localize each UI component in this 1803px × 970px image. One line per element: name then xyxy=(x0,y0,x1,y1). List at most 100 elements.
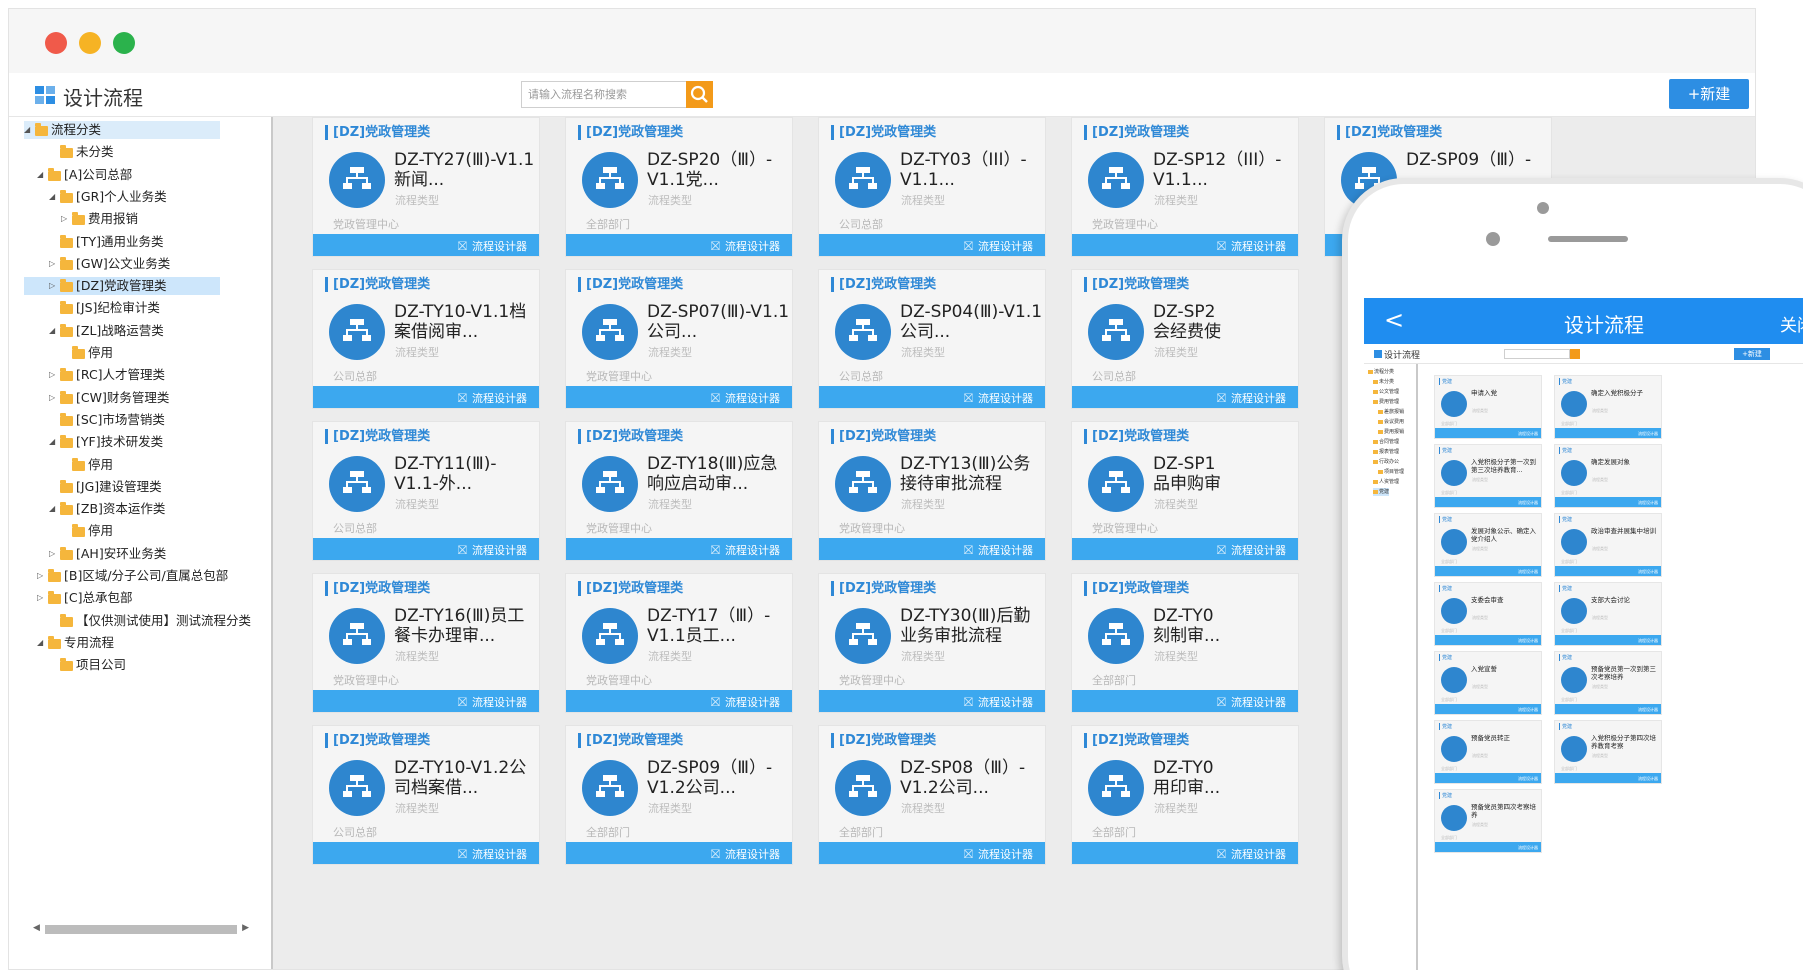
tree-item[interactable]: ▷ 费用报销 xyxy=(61,210,138,228)
phone-tree-item[interactable]: 差旅报销 xyxy=(1378,408,1404,416)
tree-item[interactable]: ▷ [GW]公文业务类 xyxy=(49,255,170,273)
process-card[interactable]: [DZ]党政管理类 DZ-SP12（III）-V1.1... 流程类型 党政管理中心 ⛝… xyxy=(1071,117,1299,257)
tree-item[interactable]: ▷ [AH]安环业务类 xyxy=(49,545,166,563)
phone-process-card[interactable]: 党建 支委会审查 流程类型 全部部门 流程设计器 xyxy=(1434,582,1542,646)
card-process-name[interactable]: DZ-TY10-V1.2公司档案借... xyxy=(394,758,538,798)
expand-icon[interactable]: ▷ xyxy=(61,210,72,228)
collapse-icon[interactable]: ◢ xyxy=(37,166,48,184)
card-process-name[interactable]: DZ-SP12（III）-V1.1... xyxy=(1153,150,1297,190)
phone-designer-button[interactable]: 流程设计器 xyxy=(1555,635,1661,645)
process-card[interactable]: [DZ]党政管理类 DZ-SP09（Ⅲ）-V1.2公司... 流程类型 全部部门 ⛝ 流程… xyxy=(565,725,793,865)
tree-item[interactable]: 【仅供测试使用】测试流程分类 xyxy=(49,612,251,630)
card-process-name[interactable]: DZ-SP1 品申购审 xyxy=(1153,454,1297,494)
expand-icon[interactable]: ▷ xyxy=(49,366,60,384)
phone-tree-item[interactable]: 费用报销 xyxy=(1378,428,1404,436)
tree-item[interactable]: ◢ [YF]技术研发类 xyxy=(49,433,163,451)
process-card[interactable]: [DZ]党政管理类 DZ-SP07(Ⅲ)-V1.1公司... 流程类型 党政管理中心 ⛝… xyxy=(565,269,793,409)
phone-process-card[interactable]: 党建 发展对象公示、确定入党介绍人 流程类型 全部部门 流程设计器 xyxy=(1434,513,1542,577)
phone-process-card[interactable]: 党建 入党积极分子第一次到第三次培养教育... 流程类型 全部部门 流程设计器 xyxy=(1434,444,1542,508)
phone-designer-button[interactable]: 流程设计器 xyxy=(1435,842,1541,852)
process-designer-button[interactable]: ⛝ 流程设计器 xyxy=(313,690,539,712)
card-process-name[interactable]: DZ-TY11(Ⅲ)-V1.1-外... xyxy=(394,454,538,494)
tree-item[interactable]: [JS]纪检审计类 xyxy=(49,299,160,317)
collapse-icon[interactable]: ◢ xyxy=(24,121,35,139)
process-designer-button[interactable]: ⛝ 流程设计器 xyxy=(313,842,539,864)
phone-designer-button[interactable]: 流程设计器 xyxy=(1435,704,1541,714)
card-process-name[interactable]: DZ-TY17（Ⅲ）-V1.1员工... xyxy=(647,606,791,646)
phone-process-card[interactable]: 党建 预备党员转正 流程类型 全部部门 流程设计器 xyxy=(1434,720,1542,784)
card-process-name[interactable]: DZ-SP07(Ⅲ)-V1.1公司... xyxy=(647,302,791,342)
minimize-window-button[interactable] xyxy=(79,32,101,54)
process-card[interactable]: [DZ]党政管理类 DZ-TY16(Ⅲ)员工餐卡办理审... 流程类型 党政管理中心 ⛝… xyxy=(312,573,540,713)
process-designer-button[interactable]: ⛝ 流程设计器 xyxy=(1072,690,1298,712)
phone-close-button[interactable]: 关闭 xyxy=(1780,311,1803,336)
collapse-icon[interactable]: ◢ xyxy=(49,500,60,518)
scroll-left-icon[interactable]: ◀ xyxy=(33,923,40,933)
process-designer-button[interactable]: ⛝ 流程设计器 xyxy=(566,234,792,256)
phone-tree-item[interactable]: 未分类 xyxy=(1373,378,1394,386)
phone-designer-button[interactable]: 流程设计器 xyxy=(1555,566,1661,576)
process-card[interactable]: [DZ]党政管理类 DZ-TY10-V1.2公司档案借... 流程类型 公司总部 ⛝ 流程… xyxy=(312,725,540,865)
scroll-right-icon[interactable]: ▶ xyxy=(242,923,249,933)
expand-icon[interactable]: ▷ xyxy=(49,545,60,563)
card-process-name[interactable]: DZ-TY27(Ⅲ)-V1.1新闻... xyxy=(394,150,538,190)
phone-process-card[interactable]: 党建 政治审查并展集中培训 流程类型 全部部门 流程设计器 xyxy=(1554,513,1662,577)
card-process-name[interactable]: DZ-SP09（Ⅲ）- xyxy=(1406,150,1550,170)
process-designer-button[interactable]: ⛝ 流程设计器 xyxy=(819,538,1045,560)
tree-item[interactable]: ▷ [CW]财务管理类 xyxy=(49,389,169,407)
card-process-name[interactable]: DZ-SP2 会经费使 xyxy=(1153,302,1297,342)
process-card[interactable]: [DZ]党政管理类 DZ-SP04(Ⅲ)-V1.1公司... 流程类型 公司总部 ⛝ 流程… xyxy=(818,269,1046,409)
card-process-name[interactable]: DZ-TY13(Ⅲ)公务接待审批流程 xyxy=(900,454,1044,494)
tree-horizontal-scrollbar[interactable]: ◀ ▶ xyxy=(31,923,251,935)
tree-item[interactable]: ◢ 专用流程 xyxy=(37,634,114,652)
card-process-name[interactable]: DZ-TY30(Ⅲ)后勤业务审批流程 xyxy=(900,606,1044,646)
process-designer-button[interactable]: ⛝ 流程设计器 xyxy=(819,842,1045,864)
phone-tree-item[interactable]: 行政办公 xyxy=(1373,458,1399,466)
process-card[interactable]: [DZ]党政管理类 DZ-TY30(Ⅲ)后勤业务审批流程 流程类型 党政管理中心 ⛝ 流程… xyxy=(818,573,1046,713)
tree-item[interactable]: 项目公司 xyxy=(49,656,126,674)
close-window-button[interactable] xyxy=(45,32,67,54)
process-designer-button[interactable]: ⛝ 流程设计器 xyxy=(313,234,539,256)
phone-designer-button[interactable]: 流程设计器 xyxy=(1435,497,1541,507)
phone-process-card[interactable]: 党建 申请入党 流程类型 全部部门 流程设计器 xyxy=(1434,375,1542,439)
collapse-icon[interactable]: ◢ xyxy=(49,188,60,206)
tree-item[interactable]: ▷ [DZ]党政管理类 xyxy=(24,277,220,296)
phone-tree-item[interactable]: 合同管理 xyxy=(1373,438,1399,446)
process-designer-button[interactable]: ⛝ 流程设计器 xyxy=(1072,842,1298,864)
process-designer-button[interactable]: ⛝ 流程设计器 xyxy=(819,690,1045,712)
card-process-name[interactable]: DZ-TY16(Ⅲ)员工餐卡办理审... xyxy=(394,606,538,646)
tree-item[interactable]: ◢ [ZL]战略运营类 xyxy=(49,322,164,340)
process-designer-button[interactable]: ⛝ 流程设计器 xyxy=(566,386,792,408)
phone-process-card[interactable]: 党建 入党宣誓 流程类型 全部部门 流程设计器 xyxy=(1434,651,1542,715)
collapse-icon[interactable]: ◢ xyxy=(49,322,60,340)
expand-icon[interactable]: ▷ xyxy=(49,255,60,273)
process-card[interactable]: [DZ]党政管理类 DZ-TY13(Ⅲ)公务接待审批流程 流程类型 党政管理中心 ⛝ 流程… xyxy=(818,421,1046,561)
tree-item[interactable]: ▷ [C]总承包部 xyxy=(37,589,132,607)
phone-tree-item[interactable]: 项目管理 xyxy=(1378,468,1404,476)
tree-item[interactable]: ◢ [ZB]资本运作类 xyxy=(49,500,165,518)
process-designer-button[interactable]: ⛝ 流程设计器 xyxy=(819,234,1045,256)
tree-item[interactable]: ◢ [A]公司总部 xyxy=(37,166,132,184)
phone-search-input[interactable] xyxy=(1504,349,1570,359)
phone-tree-item[interactable]: 费用管理 xyxy=(1373,398,1399,406)
process-card[interactable]: [DZ]党政管理类 DZ-TY0 用印审... 流程类型 全部部门 ⛝ 流程设计器 xyxy=(1071,725,1299,865)
tree-item[interactable]: ▷ [B]区域/分子公司/直属总包部 xyxy=(37,567,228,585)
tree-item[interactable]: 停用 xyxy=(61,456,113,474)
card-process-name[interactable]: DZ-TY0 用印审... xyxy=(1153,758,1297,798)
process-card[interactable]: [DZ]党政管理类 DZ-TY10-V1.1档案借阅审... 流程类型 公司总部 ⛝ 流程… xyxy=(312,269,540,409)
tree-item[interactable]: [JG]建设管理类 xyxy=(49,478,162,496)
process-designer-button[interactable]: ⛝ 流程设计器 xyxy=(313,386,539,408)
process-designer-button[interactable]: ⛝ 流程设计器 xyxy=(313,538,539,560)
process-designer-button[interactable]: ⛝ 流程设计器 xyxy=(819,386,1045,408)
expand-icon[interactable]: ▷ xyxy=(49,389,60,407)
phone-tree-item[interactable]: 流程分类 xyxy=(1368,368,1394,376)
phone-tree-item[interactable]: 会议费用 xyxy=(1378,418,1404,426)
process-card[interactable]: [DZ]党政管理类 DZ-TY17（Ⅲ）-V1.1员工... 流程类型 党政管理中心 ⛝… xyxy=(565,573,793,713)
process-card[interactable]: [DZ]党政管理类 DZ-SP08（Ⅲ）-V1.2公司... 流程类型 全部部门 ⛝ 流程… xyxy=(818,725,1046,865)
phone-process-card[interactable]: 党建 支部大会讨论 流程类型 全部部门 流程设计器 xyxy=(1554,582,1662,646)
card-process-name[interactable]: DZ-SP20（Ⅲ）-V1.1党... xyxy=(647,150,791,190)
phone-process-card[interactable]: 党建 预备党员第四次考察培养 流程类型 全部部门 流程设计器 xyxy=(1434,789,1542,853)
phone-designer-button[interactable]: 流程设计器 xyxy=(1555,497,1661,507)
phone-tree-item[interactable]: 报表管理 xyxy=(1373,448,1399,456)
phone-designer-button[interactable]: 流程设计器 xyxy=(1435,566,1541,576)
